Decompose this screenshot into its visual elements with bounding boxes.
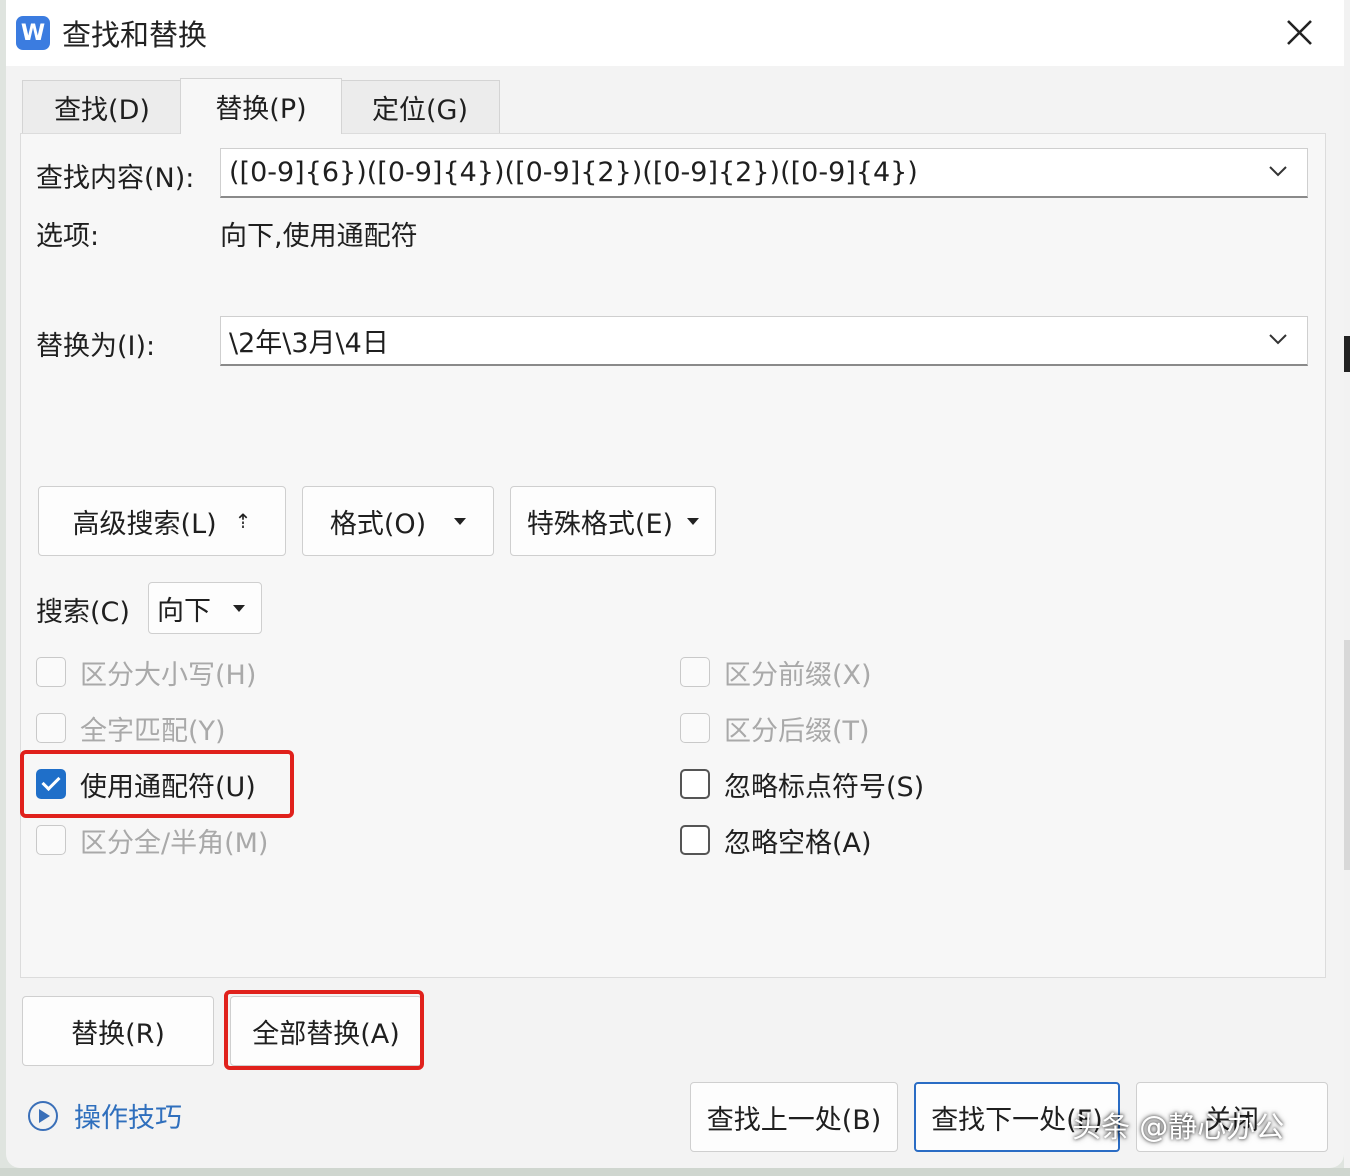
match-suffix-label: 区分后缀(T) [724, 715, 870, 747]
tips-link[interactable]: 操作技巧 [28, 1096, 182, 1135]
background-mark [1344, 640, 1350, 870]
checkbox-box[interactable] [680, 825, 710, 855]
title-bar: W 查找和替换 [6, 0, 1344, 66]
match-case-checkbox[interactable]: 区分大小写(H) [36, 652, 256, 692]
replace-with-input[interactable]: \2年\3月\4日 [220, 316, 1308, 366]
ignore-punctuation-checkbox[interactable]: 忽略标点符号(S) [680, 764, 924, 804]
checkbox-checked[interactable] [36, 769, 66, 799]
caret-down-icon [687, 517, 700, 525]
special-format-label: 特殊格式(E) [526, 508, 674, 540]
match-suffix-checkbox[interactable]: 区分后缀(T) [680, 708, 870, 748]
close-icon [1287, 20, 1312, 45]
match-width-label: 区分全/半角(M) [80, 827, 269, 859]
close-window-button[interactable] [1272, 12, 1328, 54]
checkbox-box[interactable] [36, 825, 66, 855]
search-direction-select[interactable]: 向下 [148, 582, 262, 634]
format-label: 格式(O) [329, 508, 427, 540]
checkbox-box[interactable] [36, 657, 66, 687]
caret-down-icon [233, 604, 245, 612]
tab-find[interactable]: 查找(D) [22, 80, 182, 134]
match-width-checkbox[interactable]: 区分全/半角(M) [36, 820, 268, 860]
whole-word-label: 全字匹配(Y) [80, 715, 226, 747]
replace-with-label: 替换为(I): [36, 331, 156, 362]
checkbox-box[interactable] [680, 657, 710, 687]
ignore-spaces-label: 忽略空格(A) [724, 827, 872, 859]
use-wildcards-label: 使用通配符(U) [80, 771, 256, 803]
background-strip [1344, 0, 1350, 1176]
match-case-label: 区分大小写(H) [80, 659, 257, 691]
play-circle-icon [28, 1100, 58, 1131]
watermark-text: 头条 @静心办公 [1072, 1110, 1285, 1144]
replace-all-button[interactable]: 全部替换(A) [230, 996, 422, 1066]
collapse-arrow-icon: ⇡ [234, 509, 252, 533]
chevron-down-icon[interactable] [1267, 163, 1289, 179]
special-format-button[interactable]: 特殊格式(E) [510, 486, 716, 556]
match-prefix-checkbox[interactable]: 区分前缀(X) [680, 652, 872, 692]
window-title: 查找和替换 [62, 18, 208, 52]
background-mark [1344, 336, 1350, 372]
checkbox-box[interactable] [36, 713, 66, 743]
tab-replace[interactable]: 替换(P) [180, 78, 342, 134]
replace-button[interactable]: 替换(R) [22, 996, 214, 1066]
whole-word-checkbox[interactable]: 全字匹配(Y) [36, 708, 226, 748]
find-what-label: 查找内容(N): [36, 163, 195, 194]
caret-down-icon [454, 517, 467, 525]
checkbox-box[interactable] [680, 713, 710, 743]
ignore-spaces-checkbox[interactable]: 忽略空格(A) [680, 820, 872, 860]
find-replace-dialog: W 查找和替换 查找(D) 替换(P) 定位(G) 查找内容(N): ([0-9… [6, 0, 1344, 1168]
search-direction-value: 向下 [157, 595, 211, 627]
advanced-search-button[interactable]: 高级搜索(L) ⇡ [38, 486, 286, 556]
tips-label: 操作技巧 [74, 1103, 182, 1134]
use-wildcards-checkbox[interactable]: 使用通配符(U) [36, 764, 256, 804]
background-strip-bottom [0, 1168, 1350, 1176]
tab-goto[interactable]: 定位(G) [340, 80, 500, 134]
replace-with-value: \2年\3月\4日 [229, 328, 389, 359]
search-direction-label: 搜索(C) [36, 597, 130, 628]
find-previous-button[interactable]: 查找上一处(B) [690, 1082, 898, 1152]
ignore-punctuation-label: 忽略标点符号(S) [724, 771, 925, 803]
advanced-search-label: 高级搜索(L) [72, 508, 217, 540]
checkbox-box[interactable] [680, 769, 710, 799]
find-what-value: ([0-9]{6})([0-9]{4})([0-9]{2})([0-9]{2})… [229, 157, 918, 188]
wps-writer-icon: W [16, 16, 50, 50]
chevron-down-icon[interactable] [1267, 331, 1289, 347]
options-label: 选项: [36, 221, 100, 252]
options-value: 向下,使用通配符 [220, 221, 418, 252]
find-what-input[interactable]: ([0-9]{6})([0-9]{4})([0-9]{2})([0-9]{2})… [220, 148, 1308, 198]
match-prefix-label: 区分前缀(X) [724, 659, 872, 691]
format-button[interactable]: 格式(O) [302, 486, 494, 556]
